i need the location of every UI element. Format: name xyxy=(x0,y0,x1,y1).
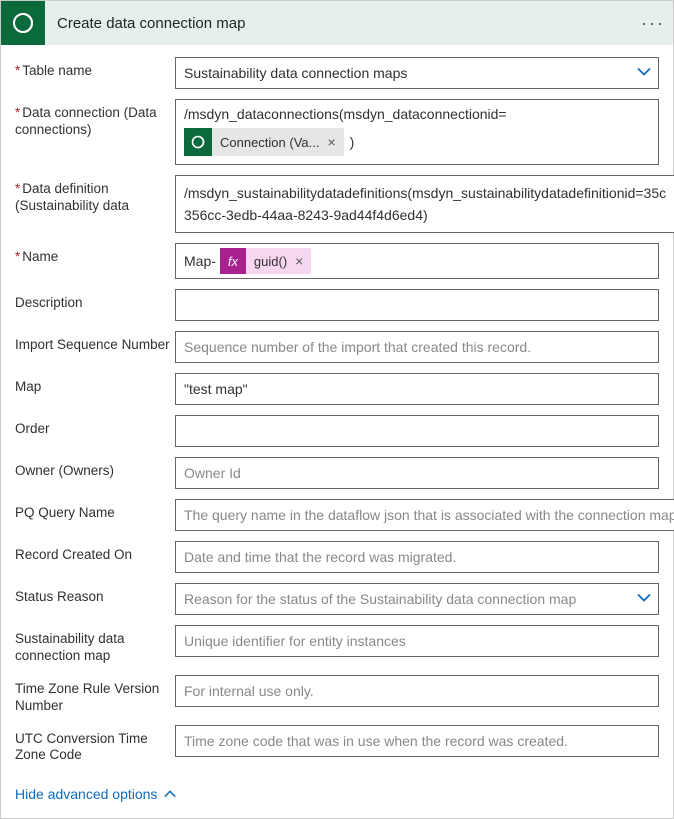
label-table-name: *Table name xyxy=(15,57,175,80)
connection-token[interactable]: Connection (Va... × xyxy=(184,128,344,156)
connection-token-remove[interactable]: × xyxy=(327,134,343,150)
label-owner: Owner (Owners) xyxy=(15,457,175,480)
tzrv-input[interactable]: For internal use only. xyxy=(175,675,659,707)
data-connection-input[interactable]: /msdyn_dataconnections(msdyn_dataconnect… xyxy=(175,99,659,165)
row-order: Order xyxy=(15,415,659,447)
utc-placeholder: Time zone code that was in use when the … xyxy=(184,726,568,756)
label-status-reason: Status Reason xyxy=(15,583,175,606)
data-connection-suffix: ) xyxy=(350,134,355,150)
data-definition-input[interactable]: /msdyn_sustainabilitydatadefinitions(msd… xyxy=(175,175,674,233)
fx-token[interactable]: fx guid() × xyxy=(220,248,311,274)
label-scm: Sustainability data connection map xyxy=(15,625,175,665)
label-name: *Name xyxy=(15,243,175,266)
label-utc: UTC Conversion Time Zone Code xyxy=(15,725,175,765)
pq-query-placeholder: The query name in the dataflow json that… xyxy=(184,500,674,530)
record-created-on-input[interactable]: Date and time that the record was migrat… xyxy=(175,541,659,573)
label-record-created-on: Record Created On xyxy=(15,541,175,564)
record-created-on-placeholder: Date and time that the record was migrat… xyxy=(184,542,456,572)
row-record-created-on: Record Created On Date and time that the… xyxy=(15,541,659,573)
row-utc: UTC Conversion Time Zone Code Time zone … xyxy=(15,725,659,765)
label-tzrv: Time Zone Rule Version Number xyxy=(15,675,175,715)
label-data-connection: *Data connection (Data connections) xyxy=(15,99,175,139)
chevron-down-icon xyxy=(636,64,652,83)
row-name: *Name Map- fx guid() × xyxy=(15,243,659,279)
name-prefix: Map- xyxy=(184,253,216,269)
label-pq-query: PQ Query Name xyxy=(15,499,175,522)
dialog-header: Create data connection map ··· xyxy=(1,1,673,45)
scm-input[interactable]: Unique identifier for entity instances xyxy=(175,625,659,657)
table-name-select[interactable]: Sustainability data connection maps xyxy=(175,57,659,89)
status-reason-placeholder: Reason for the status of the Sustainabil… xyxy=(184,584,576,614)
scm-placeholder: Unique identifier for entity instances xyxy=(184,626,406,656)
label-map: Map xyxy=(15,373,175,396)
connection-token-label: Connection (Va... xyxy=(212,135,327,150)
row-tzrv: Time Zone Rule Version Number For intern… xyxy=(15,675,659,715)
hide-advanced-label: Hide advanced options xyxy=(15,786,157,802)
description-input[interactable] xyxy=(175,289,659,321)
label-description: Description xyxy=(15,289,175,312)
form-body: *Table name Sustainability data connecti… xyxy=(1,45,673,778)
row-data-connection: *Data connection (Data connections) /msd… xyxy=(15,99,659,165)
row-table-name: *Table name Sustainability data connecti… xyxy=(15,57,659,89)
order-input[interactable] xyxy=(175,415,659,447)
sustainability-icon xyxy=(11,11,35,35)
row-description: Description xyxy=(15,289,659,321)
data-connection-prefix: /msdyn_dataconnections(msdyn_dataconnect… xyxy=(184,106,650,122)
status-reason-select[interactable]: Reason for the status of the Sustainabil… xyxy=(175,583,659,615)
chevron-up-icon xyxy=(163,787,177,801)
row-pq-query: PQ Query Name The query name in the data… xyxy=(15,499,659,531)
dialog-footer: Hide advanced options xyxy=(1,778,673,818)
label-order: Order xyxy=(15,415,175,438)
tzrv-placeholder: For internal use only. xyxy=(184,676,314,706)
map-input[interactable]: "test map" xyxy=(175,373,659,405)
dialog-create-data-connection-map: Create data connection map ··· *Table na… xyxy=(0,0,674,819)
connection-icon xyxy=(184,128,212,156)
data-definition-line1: /msdyn_sustainabilitydatadefinitions(msd… xyxy=(184,182,666,204)
dialog-title: Create data connection map xyxy=(45,15,633,32)
hide-advanced-options-link[interactable]: Hide advanced options xyxy=(15,786,659,802)
row-owner: Owner (Owners) Owner Id xyxy=(15,457,659,489)
app-icon xyxy=(1,1,45,45)
data-definition-line2: 356cc-3edb-44aa-8243-9ad44f4d6ed4) xyxy=(184,204,666,226)
row-scm: Sustainability data connection map Uniqu… xyxy=(15,625,659,665)
map-value: "test map" xyxy=(184,374,248,404)
fx-token-remove[interactable]: × xyxy=(295,253,311,269)
import-seq-input[interactable]: Sequence number of the import that creat… xyxy=(175,331,659,363)
pq-query-input[interactable]: The query name in the dataflow json that… xyxy=(175,499,674,531)
owner-placeholder: Owner Id xyxy=(184,458,241,488)
fx-icon: fx xyxy=(220,248,246,274)
data-connection-token-row: Connection (Va... × ) xyxy=(184,128,650,156)
fx-token-label: guid() xyxy=(246,254,295,269)
row-import-seq: Import Sequence Number Sequence number o… xyxy=(15,331,659,363)
row-status-reason: Status Reason Reason for the status of t… xyxy=(15,583,659,615)
row-data-definition: *Data definition (Sustainability data /m… xyxy=(15,175,659,233)
chevron-down-icon xyxy=(636,590,652,609)
owner-input[interactable]: Owner Id xyxy=(175,457,659,489)
label-data-definition: *Data definition (Sustainability data xyxy=(15,175,175,215)
table-name-value: Sustainability data connection maps xyxy=(184,58,407,88)
utc-input[interactable]: Time zone code that was in use when the … xyxy=(175,725,659,757)
more-button[interactable]: ··· xyxy=(633,13,673,34)
label-import-seq: Import Sequence Number xyxy=(15,331,175,354)
name-input[interactable]: Map- fx guid() × xyxy=(175,243,659,279)
row-map: Map "test map" xyxy=(15,373,659,405)
import-seq-placeholder: Sequence number of the import that creat… xyxy=(184,332,531,362)
